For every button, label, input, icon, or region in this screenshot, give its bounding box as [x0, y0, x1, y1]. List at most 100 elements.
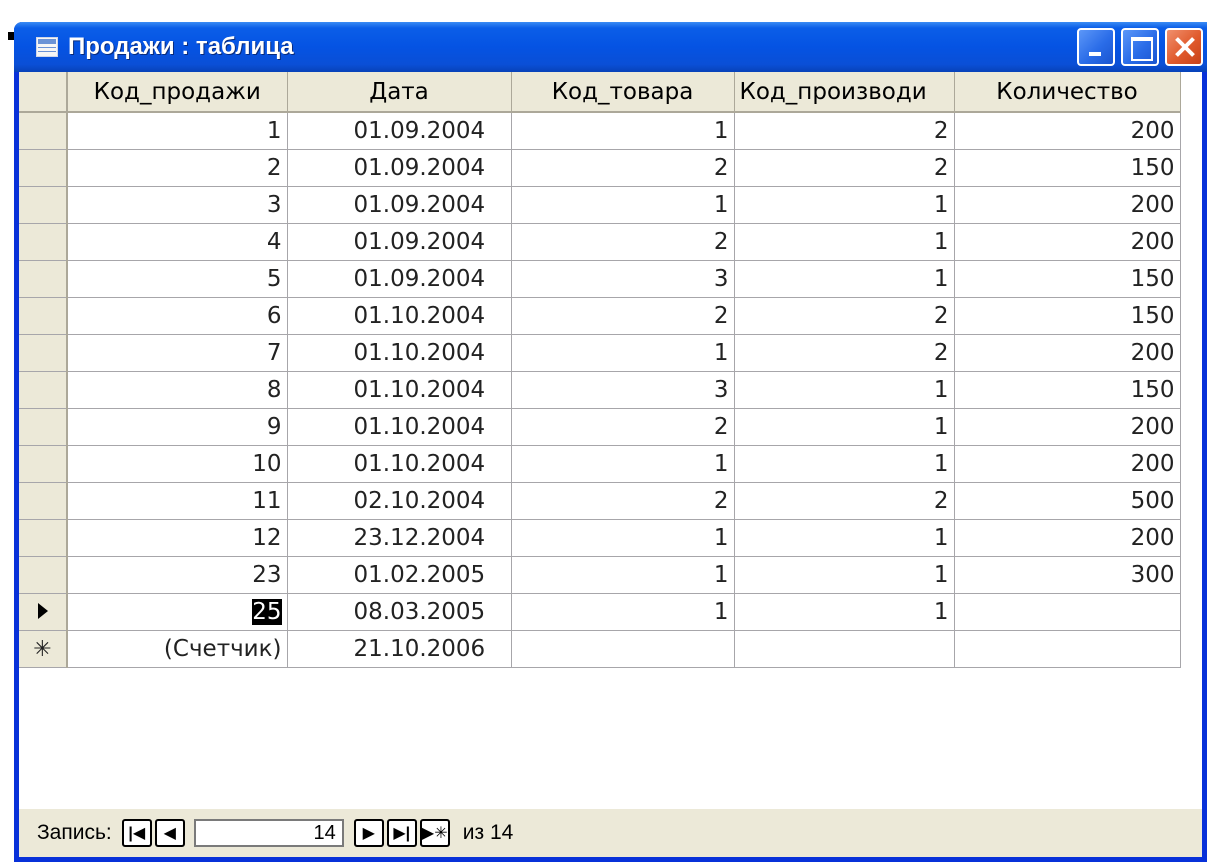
cell-date[interactable]: 01.09.2004 — [287, 186, 512, 224]
cell-maker-id[interactable]: 1 — [734, 556, 955, 594]
cell-quantity[interactable]: 200 — [954, 334, 1181, 372]
cell-item-id[interactable]: 1 — [511, 519, 735, 557]
cell-item-id[interactable]: 1 — [511, 334, 735, 372]
cell-maker-id[interactable]: 1 — [734, 519, 955, 557]
row-selector[interactable] — [19, 445, 68, 483]
cell-quantity[interactable]: 200 — [954, 519, 1181, 557]
cell-quantity[interactable]: 200 — [954, 408, 1181, 446]
current-row[interactable]: 25 08.03.2005 1 1 — [19, 593, 1181, 631]
minimize-button[interactable] — [1077, 28, 1115, 66]
row-selector[interactable] — [19, 334, 68, 372]
table-row[interactable]: 9 01.10.2004 2 1 200 — [19, 408, 1181, 446]
row-selector[interactable] — [19, 186, 68, 224]
cell-sale-id[interactable]: 4 — [67, 223, 288, 261]
cell-sale-id[interactable]: 1 — [67, 112, 288, 150]
cell-quantity[interactable]: 200 — [954, 223, 1181, 261]
table-row[interactable]: 2 01.09.2004 2 2 150 — [19, 149, 1181, 187]
row-selector[interactable] — [19, 593, 68, 631]
table-row[interactable]: 10 01.10.2004 1 1 200 — [19, 445, 1181, 483]
column-header[interactable]: Код_продажи — [67, 72, 288, 113]
cell-item-id[interactable]: 1 — [511, 556, 735, 594]
cell-maker-id[interactable] — [734, 630, 955, 668]
cell-item-id[interactable]: 1 — [511, 593, 735, 631]
cell-maker-id[interactable]: 1 — [734, 260, 955, 298]
cell-sale-id[interactable]: 5 — [67, 260, 288, 298]
column-header[interactable]: Код_производи — [734, 72, 955, 113]
cell-date[interactable]: 01.10.2004 — [287, 408, 512, 446]
last-record-icon[interactable]: ▶| — [386, 819, 417, 847]
table-row[interactable]: 5 01.09.2004 3 1 150 — [19, 260, 1181, 298]
cell-maker-id[interactable]: 1 — [734, 408, 955, 446]
row-selector[interactable] — [19, 482, 68, 520]
table-row[interactable]: 4 01.09.2004 2 1 200 — [19, 223, 1181, 261]
cell-sale-id[interactable]: 11 — [67, 482, 288, 520]
cell-sale-id[interactable]: 23 — [67, 556, 288, 594]
cell-date[interactable]: 01.02.2005 — [287, 556, 512, 594]
new-record-icon[interactable]: ▶✳ — [419, 819, 450, 847]
cell-quantity[interactable] — [954, 593, 1181, 631]
cell-maker-id[interactable]: 2 — [734, 149, 955, 187]
cell-sale-id[interactable]: 12 — [67, 519, 288, 557]
cell-quantity[interactable]: 150 — [954, 149, 1181, 187]
row-selector[interactable] — [19, 519, 68, 557]
maximize-button[interactable] — [1121, 28, 1159, 66]
cell-sale-id[interactable]: 8 — [67, 371, 288, 409]
row-selector[interactable] — [19, 556, 68, 594]
cell-item-id[interactable]: 3 — [511, 371, 735, 409]
row-selector[interactable]: ✳ — [19, 630, 68, 668]
next-record-icon[interactable]: ▶ — [353, 819, 384, 847]
cell-maker-id[interactable]: 2 — [734, 334, 955, 372]
row-selector[interactable] — [19, 223, 68, 261]
cell-date[interactable]: 01.10.2004 — [287, 445, 512, 483]
cell-sale-id[interactable]: 2 — [67, 149, 288, 187]
cell-quantity[interactable]: 500 — [954, 482, 1181, 520]
cell-date[interactable]: 08.03.2005 — [287, 593, 512, 631]
cell-item-id[interactable]: 1 — [511, 445, 735, 483]
cell-sale-id[interactable]: 25 — [67, 593, 288, 631]
cell-item-id[interactable]: 2 — [511, 408, 735, 446]
cell-maker-id[interactable]: 1 — [734, 593, 955, 631]
row-selector[interactable] — [19, 371, 68, 409]
cell-item-id[interactable] — [511, 630, 735, 668]
cell-date[interactable]: 01.10.2004 — [287, 297, 512, 335]
table-row[interactable]: 12 23.12.2004 1 1 200 — [19, 519, 1181, 557]
cell-quantity[interactable]: 300 — [954, 556, 1181, 594]
table-row[interactable]: 8 01.10.2004 3 1 150 — [19, 371, 1181, 409]
table-row[interactable]: 6 01.10.2004 2 2 150 — [19, 297, 1181, 335]
datasheet[interactable]: Код_продажи Дата Код_товара Код_производ… — [19, 72, 1202, 809]
table-row[interactable]: 23 01.02.2005 1 1 300 — [19, 556, 1181, 594]
cell-item-id[interactable]: 2 — [511, 297, 735, 335]
cell-item-id[interactable]: 2 — [511, 482, 735, 520]
close-button[interactable] — [1165, 28, 1203, 66]
cell-sale-id[interactable]: 9 — [67, 408, 288, 446]
cell-item-id[interactable]: 3 — [511, 260, 735, 298]
cell-date[interactable]: 02.10.2004 — [287, 482, 512, 520]
record-number-field[interactable]: 14 — [193, 819, 344, 847]
cell-date[interactable]: 01.09.2004 — [287, 260, 512, 298]
table-row[interactable]: 1 01.09.2004 1 2 200 — [19, 112, 1181, 150]
table-row[interactable]: 3 01.09.2004 1 1 200 — [19, 186, 1181, 224]
prev-record-icon[interactable]: ◀ — [154, 819, 185, 847]
cell-sale-id[interactable]: 7 — [67, 334, 288, 372]
column-header[interactable]: Дата — [287, 72, 512, 113]
cell-date[interactable]: 01.10.2004 — [287, 371, 512, 409]
select-all-corner[interactable] — [19, 72, 68, 113]
cell-date[interactable]: 01.10.2004 — [287, 334, 512, 372]
cell-quantity[interactable]: 200 — [954, 445, 1181, 483]
row-selector[interactable] — [19, 112, 68, 150]
row-selector[interactable] — [19, 408, 68, 446]
cell-maker-id[interactable]: 1 — [734, 371, 955, 409]
cell-maker-id[interactable]: 2 — [734, 297, 955, 335]
cell-item-id[interactable]: 2 — [511, 149, 735, 187]
column-header[interactable]: Код_товара — [511, 72, 735, 113]
cell-item-id[interactable]: 1 — [511, 186, 735, 224]
table-row[interactable]: 11 02.10.2004 2 2 500 — [19, 482, 1181, 520]
cell-maker-id[interactable]: 1 — [734, 186, 955, 224]
row-selector[interactable] — [19, 149, 68, 187]
cell-sale-id[interactable]: 10 — [67, 445, 288, 483]
column-header[interactable]: Количество — [954, 72, 1181, 113]
cell-sale-id[interactable]: 3 — [67, 186, 288, 224]
cell-date[interactable]: 01.09.2004 — [287, 112, 512, 150]
row-selector[interactable] — [19, 297, 68, 335]
cell-maker-id[interactable]: 1 — [734, 445, 955, 483]
